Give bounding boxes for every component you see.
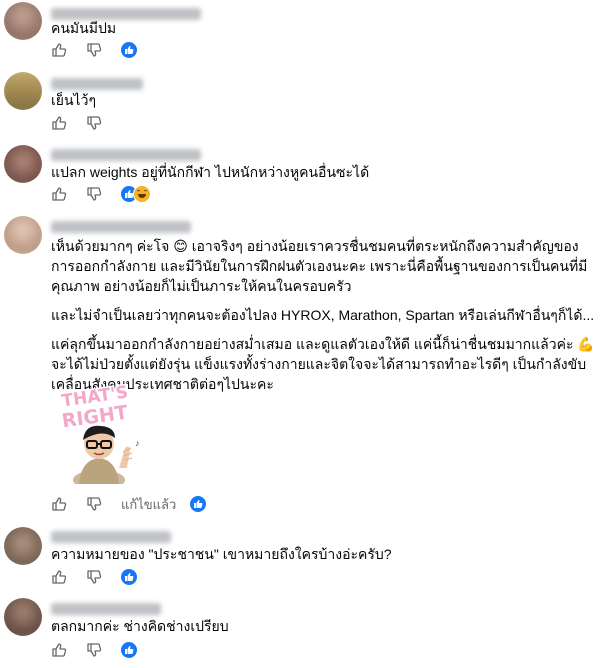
comment-actions bbox=[51, 113, 121, 133]
avatar[interactable] bbox=[4, 527, 42, 565]
comment-actions bbox=[51, 567, 137, 587]
comment-text: ตลกมากค่ะ ช่างคิดช่างเปรียบ bbox=[51, 616, 596, 636]
comment-paragraph: ตลกมากค่ะ ช่างคิดช่างเปรียบ bbox=[51, 618, 229, 634]
thumbs-up-icon[interactable] bbox=[51, 642, 67, 658]
thumbs-up-icon[interactable] bbox=[51, 115, 67, 131]
comment-text: คนมันมีปม bbox=[51, 18, 596, 38]
svg-text:THAT'S RIGHT: THAT'S RIGHT bbox=[96, 380, 103, 383]
comment-paragraph: และไม่จำเป็นเลยว่าทุกคนจะต้องไปลง HYROX,… bbox=[51, 307, 595, 323]
like-reaction-icon[interactable] bbox=[190, 496, 207, 512]
comment-paragraph: แปลก weights อยู่ที่นักกีฬา ไปหนักหว่างห… bbox=[51, 164, 370, 180]
comment-text: เย็นไว้ๆ bbox=[51, 90, 596, 110]
like-reaction-icon[interactable] bbox=[121, 642, 137, 658]
commenter-name-blurred[interactable] bbox=[51, 78, 143, 90]
thats-right-sticker: THAT'S RIGHT ♪ THAT'S RIGHT bbox=[59, 380, 140, 484]
thumbs-down-icon[interactable] bbox=[86, 642, 102, 658]
thumbs-up-icon[interactable] bbox=[51, 42, 67, 58]
thumbs-down-icon[interactable] bbox=[86, 186, 102, 202]
thumbs-down-icon[interactable] bbox=[86, 496, 102, 512]
comment-text: ความหมายของ "ประชาชน" เขาหมายถึงใครบ้างอ… bbox=[51, 544, 596, 564]
comment-paragraph: คนมันมีปม bbox=[51, 20, 117, 36]
like-reaction-icon[interactable] bbox=[121, 42, 137, 58]
commenter-name-blurred[interactable] bbox=[51, 531, 171, 543]
comment-actions bbox=[51, 640, 137, 660]
comment-actions: แก้ไขแล้ว bbox=[51, 494, 207, 515]
comment-actions bbox=[51, 40, 137, 60]
avatar[interactable] bbox=[4, 145, 42, 183]
avatar[interactable] bbox=[4, 72, 42, 110]
comment-paragraph: ความหมายของ "ประชาชน" เขาหมายถึงใครบ้างอ… bbox=[51, 546, 392, 562]
reaction-summary[interactable] bbox=[121, 185, 151, 203]
avatar[interactable] bbox=[4, 216, 42, 254]
svg-text:♪: ♪ bbox=[135, 438, 140, 448]
comment-text: แปลก weights อยู่ที่นักกีฬา ไปหนักหว่างห… bbox=[51, 162, 596, 182]
commenter-name-blurred[interactable] bbox=[51, 221, 191, 233]
avatar[interactable] bbox=[4, 598, 42, 636]
avatar[interactable] bbox=[4, 2, 42, 40]
thumbs-down-icon[interactable] bbox=[86, 115, 102, 131]
thumbs-up-icon[interactable] bbox=[51, 186, 67, 202]
comment-actions bbox=[51, 184, 151, 204]
thumbs-up-icon[interactable] bbox=[51, 569, 67, 585]
thumbs-down-icon[interactable] bbox=[86, 42, 102, 58]
commenter-name-blurred[interactable] bbox=[51, 149, 201, 161]
thumbs-up-icon[interactable] bbox=[51, 496, 67, 512]
thumbs-down-icon[interactable] bbox=[86, 569, 102, 585]
edited-label[interactable]: แก้ไขแล้ว bbox=[121, 494, 176, 515]
comment-paragraph: เห็นด้วยมากๆ ค่ะโจ 😊 เอาจริงๆ อย่างน้อยเ… bbox=[51, 238, 588, 294]
haha-reaction-icon bbox=[133, 185, 151, 203]
commenter-name-blurred[interactable] bbox=[51, 603, 161, 615]
comment-paragraph: เย็นไว้ๆ bbox=[51, 92, 96, 108]
like-reaction-icon[interactable] bbox=[121, 569, 137, 585]
